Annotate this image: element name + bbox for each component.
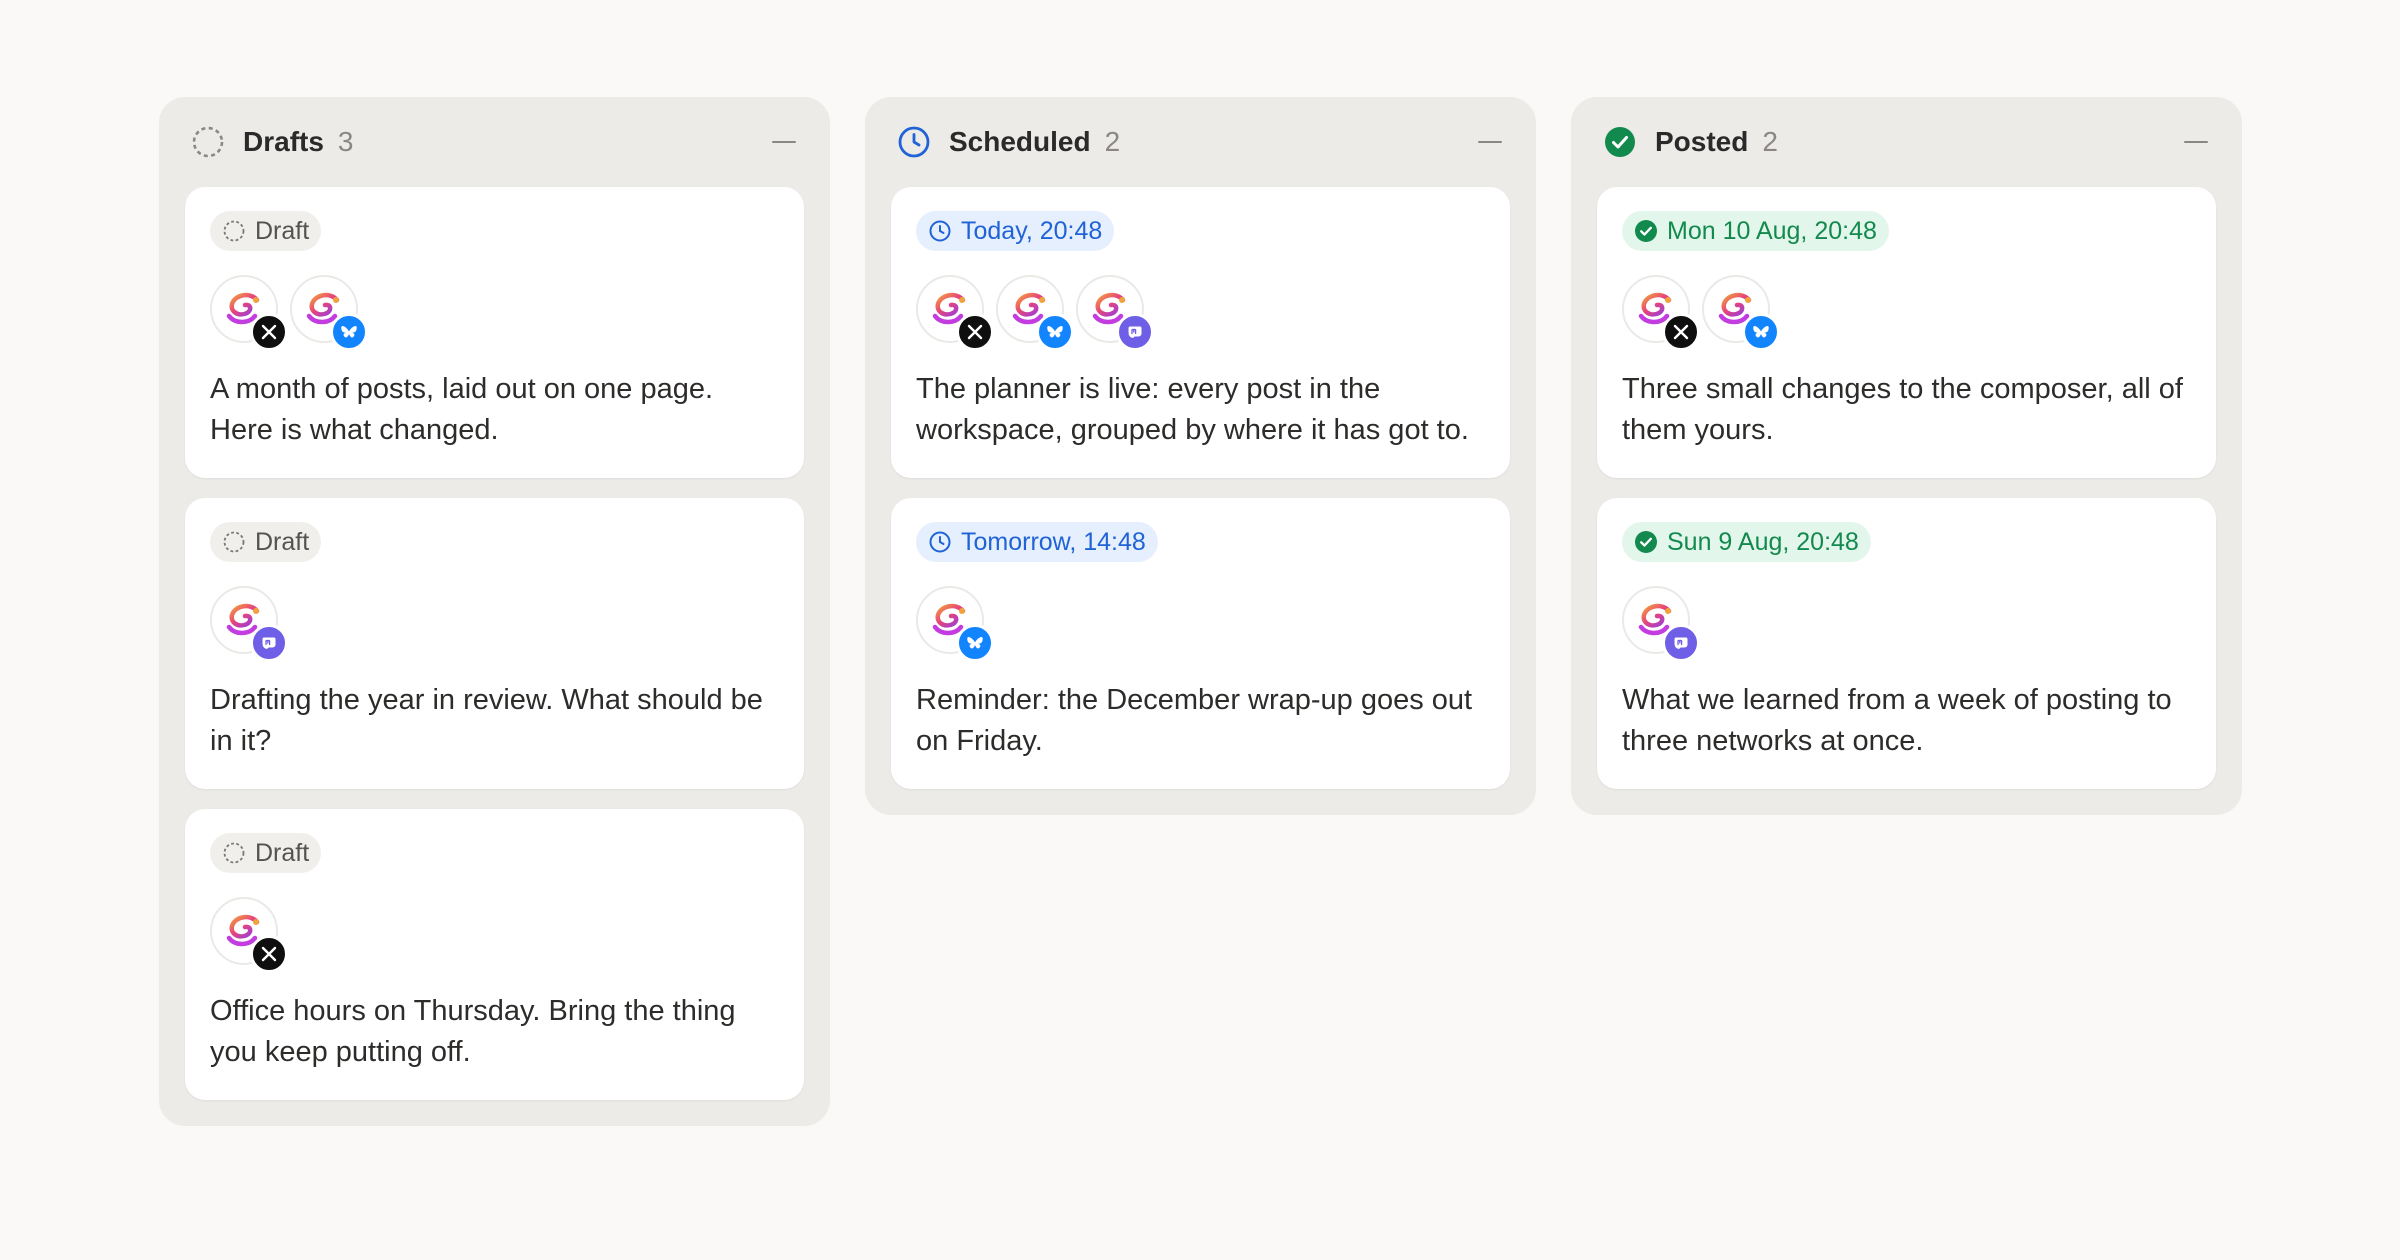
- column-header: Posted 2: [1571, 97, 2242, 187]
- status-label: Draft: [255, 527, 310, 556]
- column-title: Posted: [1655, 126, 1749, 157]
- clock-icon: [928, 219, 952, 243]
- column-title: Scheduled: [949, 126, 1091, 157]
- bluesky-icon: [1036, 313, 1074, 351]
- collapse-button[interactable]: [2182, 128, 2210, 156]
- status-pill: Draft: [210, 833, 322, 873]
- network-avatars: [210, 586, 779, 662]
- minus-icon: [1478, 141, 1502, 143]
- clock-icon: [897, 125, 931, 159]
- status-pill: Draft: [210, 522, 322, 562]
- bluesky-icon: [330, 313, 368, 351]
- column-title: Drafts: [243, 126, 324, 157]
- post-text: Three small changes to the composer, all…: [1622, 373, 2183, 446]
- check-circle-icon: [1634, 219, 1658, 243]
- status-pill: Today, 20:48: [916, 211, 1115, 251]
- minus-icon: [772, 141, 796, 143]
- post-text: A month of posts, laid out on one page. …: [210, 373, 714, 446]
- status-pill: Tomorrow, 14:48: [916, 522, 1158, 562]
- post-text: Office hours on Thursday. Bring the thin…: [210, 995, 736, 1068]
- post-card[interactable]: Today, 20:48 The planner is live: every …: [891, 187, 1510, 478]
- status-label: Mon 10 Aug, 20:48: [1667, 216, 1877, 245]
- x-icon: [1662, 313, 1700, 351]
- network-avatars: [1622, 275, 2191, 351]
- status-pill: Sun 9 Aug, 20:48: [1622, 522, 1871, 562]
- account-avatar: [996, 275, 1074, 351]
- network-avatars: [916, 275, 1485, 351]
- post-text: Drafting the year in review. What should…: [210, 684, 763, 757]
- network-avatars: [210, 897, 779, 973]
- post-card[interactable]: Sun 9 Aug, 20:48 What we learned from a …: [1597, 498, 2216, 789]
- account-avatar: [916, 586, 994, 662]
- account-avatar: [916, 275, 994, 351]
- network-avatars: [1622, 586, 2191, 662]
- account-avatar: [1622, 275, 1700, 351]
- planner-board: Drafts 3 Draft A month of posts, laid ou…: [159, 97, 2242, 1126]
- post-card[interactable]: Mon 10 Aug, 20:48 Three small changes to…: [1597, 187, 2216, 478]
- minus-icon: [2184, 141, 2208, 143]
- account-avatar: [1702, 275, 1780, 351]
- dashed-circle-icon: [222, 530, 246, 554]
- column-drafts: Drafts 3 Draft A month of posts, laid ou…: [159, 97, 830, 1126]
- column-header: Scheduled 2: [865, 97, 1536, 187]
- dashed-circle-icon: [191, 125, 225, 159]
- mastodon-icon: [1662, 624, 1700, 662]
- clock-icon: [928, 530, 952, 554]
- column-count: 2: [1762, 126, 1778, 157]
- post-card[interactable]: Draft A month of posts, laid out on one …: [185, 187, 804, 478]
- status-label: Draft: [255, 838, 310, 867]
- post-text: The planner is live: every post in the w…: [916, 373, 1469, 446]
- network-avatars: [210, 275, 779, 351]
- x-icon: [956, 313, 994, 351]
- dashed-circle-icon: [222, 219, 246, 243]
- status-pill: Mon 10 Aug, 20:48: [1622, 211, 1889, 251]
- bluesky-icon: [956, 624, 994, 662]
- dashed-circle-icon: [222, 841, 246, 865]
- network-avatars: [916, 586, 1485, 662]
- post-text: Reminder: the December wrap-up goes out …: [916, 684, 1473, 757]
- post-card[interactable]: Draft Drafting the year in review. What …: [185, 498, 804, 789]
- status-label: Today, 20:48: [961, 216, 1103, 245]
- post-text: What we learned from a week of posting t…: [1622, 684, 2172, 757]
- status-label: Draft: [255, 216, 310, 245]
- check-circle-icon: [1634, 530, 1658, 554]
- collapse-button[interactable]: [1476, 128, 1504, 156]
- column-count: 3: [337, 126, 354, 157]
- column-header: Drafts 3: [159, 97, 830, 187]
- account-avatar: [210, 897, 288, 973]
- x-icon: [250, 313, 288, 351]
- account-avatar: [210, 275, 288, 351]
- collapse-button[interactable]: [770, 128, 798, 156]
- status-pill: Draft: [210, 211, 322, 251]
- post-card[interactable]: Draft Office hours on Thursday. Bring th…: [185, 809, 804, 1100]
- check-circle-icon: [1603, 125, 1637, 159]
- status-label: Tomorrow, 14:48: [961, 527, 1146, 556]
- post-card[interactable]: Tomorrow, 14:48 Reminder: the December w…: [891, 498, 1510, 789]
- account-avatar: [210, 586, 288, 662]
- mastodon-icon: [250, 624, 288, 662]
- column-posted: Posted 2 Mon 10 Aug, 20:48 Three small c…: [1571, 97, 2242, 815]
- account-avatar: [1622, 586, 1700, 662]
- column-count: 2: [1104, 126, 1121, 157]
- column-scheduled: Scheduled 2 Today, 20:48 The planner is …: [865, 97, 1536, 815]
- bluesky-icon: [1742, 313, 1780, 351]
- status-label: Sun 9 Aug, 20:48: [1667, 527, 1859, 556]
- account-avatar: [290, 275, 368, 351]
- x-icon: [250, 935, 288, 973]
- account-avatar: [1076, 275, 1154, 351]
- mastodon-icon: [1116, 313, 1154, 351]
